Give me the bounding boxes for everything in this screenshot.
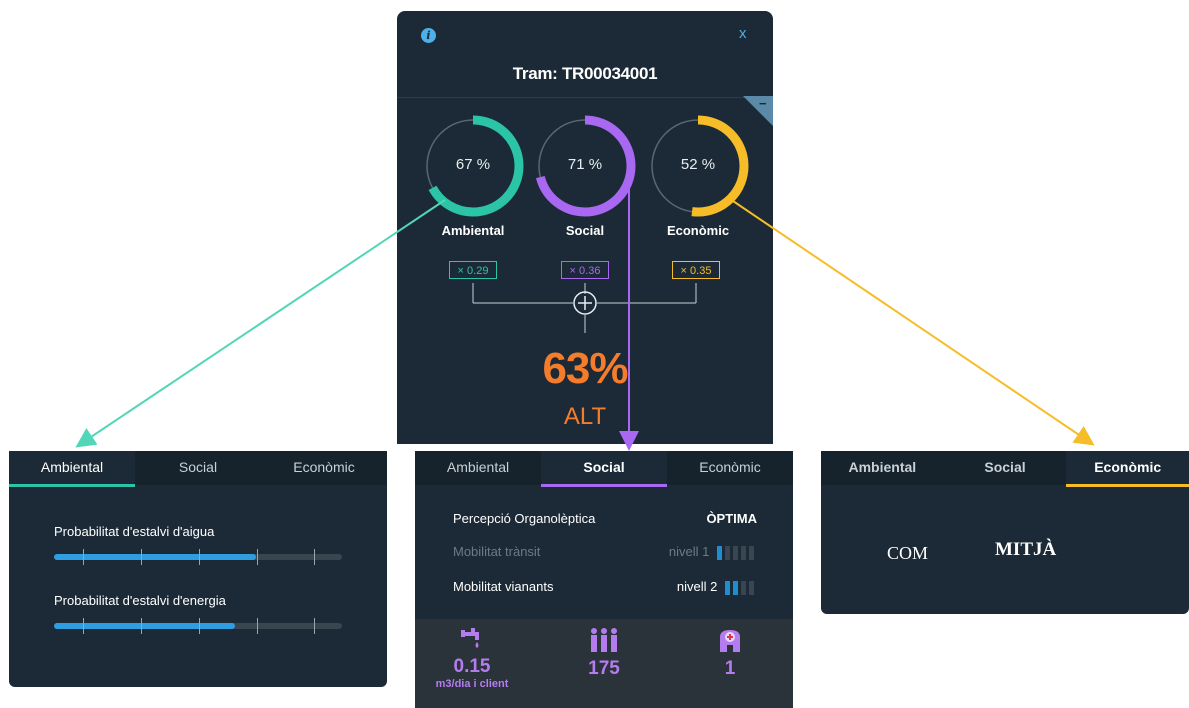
water-value: 0.15 xyxy=(453,656,491,677)
economic-score: 52 % xyxy=(680,156,716,173)
tab-social[interactable]: Social xyxy=(944,451,1067,485)
social-score: 71 % xyxy=(567,156,603,173)
water-saving-bar xyxy=(54,549,342,565)
tab-economic[interactable]: Econòmic xyxy=(261,451,387,485)
tab-bar: Ambiental Social Econòmic xyxy=(9,451,387,487)
economic-label: Econòmic xyxy=(666,223,730,238)
tab-bar: Ambiental Social Econòmic xyxy=(415,451,793,487)
people-icon xyxy=(591,628,617,652)
economic-label: COM xyxy=(887,543,929,563)
population-value: 175 xyxy=(588,658,620,679)
organoleptic-label: Percepció Organolèptica xyxy=(453,511,596,526)
traffic-level-indicator xyxy=(717,545,757,561)
tab-social[interactable]: Social xyxy=(541,451,667,487)
tab-bar: Ambiental Social Econòmic xyxy=(821,451,1189,487)
water-stat: 0.15 m3/dia i client xyxy=(417,627,527,690)
economic-weight: × 0.35 xyxy=(672,261,720,279)
ambiental-score: 67 % xyxy=(455,156,491,173)
economic-value: MITJÀ xyxy=(995,539,1057,560)
ambiental-arrow xyxy=(75,199,446,448)
tab-economic[interactable]: Econòmic xyxy=(1066,451,1189,487)
tab-economic[interactable]: Econòmic xyxy=(667,451,793,485)
total-level: ALT xyxy=(563,403,607,430)
total-score: 63% xyxy=(542,344,628,393)
energy-saving-label: Probabilitat d'estalvi d'energia xyxy=(54,593,226,608)
organoleptic-value: ÒPTIMA xyxy=(706,511,757,526)
ambiental-label: Ambiental xyxy=(441,223,505,238)
traffic-mobility-value: nivell 1 xyxy=(668,544,710,559)
pedestrian-level-indicator xyxy=(725,580,757,596)
economic-arrow xyxy=(732,200,1095,446)
traffic-mobility-row: Mobilitat trànsit nivell 1 xyxy=(453,544,757,561)
social-stats: 0.15 m3/dia i client 175 1 xyxy=(415,619,793,708)
traffic-mobility-label: Mobilitat trànsit xyxy=(453,544,541,559)
hospital-icon xyxy=(720,630,740,652)
tab-social[interactable]: Social xyxy=(135,451,261,485)
hospital-value: 1 xyxy=(724,658,736,679)
hospital-stat: 1 xyxy=(675,627,785,680)
plus-circle-icon xyxy=(573,291,597,315)
pedestrian-mobility-row: Mobilitat vianants nivell 2 xyxy=(453,579,757,596)
water-unit: m3/dia i client xyxy=(435,678,509,690)
social-weight: × 0.36 xyxy=(561,261,609,279)
score-popup: i x Tram: TR00034001 − 67 % 71 % 52 % Am… xyxy=(397,11,773,444)
water-tap-icon xyxy=(461,628,479,648)
pedestrian-mobility-value: nivell 2 xyxy=(676,579,718,594)
ambiental-detail-panel: Ambiental Social Econòmic Probabilitat d… xyxy=(9,451,387,687)
social-label: Social xyxy=(565,223,605,238)
pedestrian-mobility-label: Mobilitat vianants xyxy=(453,579,554,594)
water-saving-fill xyxy=(54,554,256,560)
social-detail-panel: Ambiental Social Econòmic Percepció Orga… xyxy=(415,451,793,708)
tab-ambiental[interactable]: Ambiental xyxy=(415,451,541,485)
water-saving-label: Probabilitat d'estalvi d'aigua xyxy=(54,524,215,539)
energy-saving-fill xyxy=(54,623,236,629)
energy-saving-bar xyxy=(54,618,342,634)
tab-ambiental[interactable]: Ambiental xyxy=(821,451,944,485)
organoleptic-row: Percepció Organolèptica ÒPTIMA xyxy=(453,511,757,526)
economic-detail-panel: Ambiental Social Econòmic COM MITJÀ xyxy=(821,451,1189,614)
ambiental-weight: × 0.29 xyxy=(449,261,497,279)
tab-ambiental[interactable]: Ambiental xyxy=(9,451,135,487)
population-stat: 175 xyxy=(549,627,659,680)
